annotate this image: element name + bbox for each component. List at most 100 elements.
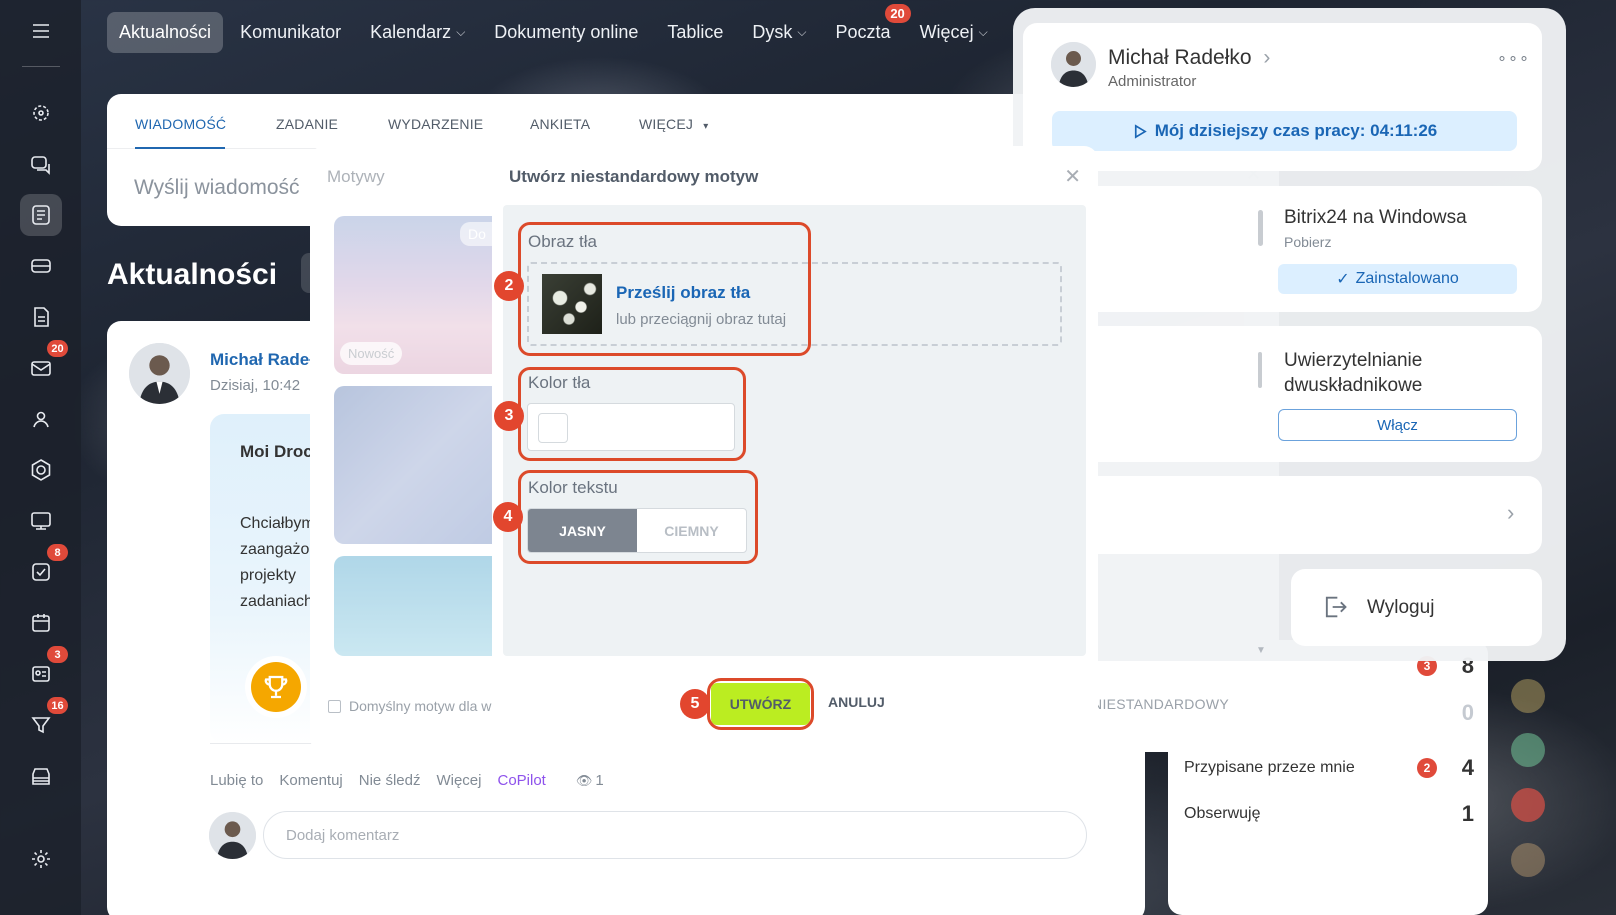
bitrix-desktop-download[interactable]: Pobierz — [1284, 234, 1331, 250]
nav-item-5[interactable]: Dysk ⌵ — [740, 12, 818, 53]
check-float-icon[interactable] — [1511, 733, 1545, 767]
sidebar-item-documents-icon[interactable] — [20, 296, 62, 338]
sidebar-item-funnel-icon[interactable]: 16 — [20, 697, 68, 746]
close-icon[interactable]: ✕ — [1064, 164, 1081, 189]
comment-button[interactable]: Komentuj — [279, 772, 342, 789]
default-theme-checkbox[interactable]: Domyślny motyw dla w — [328, 698, 491, 714]
sidebar-item-calendar-icon[interactable] — [20, 602, 62, 644]
scroll-down-icon[interactable]: ▼ — [1256, 645, 1266, 656]
nav-item-1[interactable]: Komunikator — [228, 12, 353, 53]
funnel-badge: 16 — [47, 697, 68, 714]
sidebar-item-automation-icon[interactable] — [20, 449, 62, 491]
cancel-button[interactable]: ANULUJ — [828, 694, 885, 710]
check-icon: ✓ — [1336, 271, 1350, 288]
nav-item-0[interactable]: Aktualności — [107, 12, 224, 53]
tasks-float-icon[interactable] — [1511, 679, 1545, 713]
avatar[interactable] — [1051, 42, 1096, 87]
chevron-right-icon: › — [1263, 46, 1271, 69]
nav-label: Tablice — [667, 22, 724, 42]
step-marker: 2 — [494, 271, 524, 301]
nav-item-4[interactable]: Tablice — [655, 12, 735, 53]
chevron-down-icon: ⌵ — [456, 25, 466, 39]
tab-task[interactable]: ZADANIE — [276, 116, 338, 132]
post-author[interactable]: Michał Radeł — [210, 350, 314, 370]
step-marker: 5 — [680, 689, 710, 719]
message-input[interactable]: Wyślij wiadomość — [134, 176, 300, 200]
comment-input[interactable]: Dodaj komentarz — [263, 811, 1087, 859]
active-tab-indicator — [135, 147, 225, 149]
tasks-badge: 8 — [47, 544, 68, 561]
nav-label: Dokumenty online — [494, 22, 639, 42]
sidebar-item-groups-icon[interactable]: 3 — [20, 646, 68, 695]
tasks-row[interactable]: Obserwuję 1 — [1184, 801, 1474, 826]
tab-poll[interactable]: ANKIETA — [530, 116, 590, 132]
sidebar-item-mail-icon[interactable]: 20 — [20, 340, 68, 389]
tasks-row-value: 4 — [1461, 755, 1474, 780]
nav-label: Komunikator — [240, 22, 342, 42]
views-counter: 👁 1 — [576, 772, 604, 789]
work-time-button[interactable]: Mój dzisiejszy czas pracy: 04:11:26 — [1052, 111, 1517, 151]
trophy-icon — [245, 656, 307, 718]
left-sidebar: 20 8 3 16 — [0, 0, 81, 915]
nav-label: Aktualności — [119, 22, 212, 42]
tab-event[interactable]: WYDARZENIE — [388, 116, 483, 132]
bitrix-desktop-title: Bitrix24 na Windowsa — [1284, 207, 1467, 228]
nav-item-6[interactable]: Poczta 20 — [824, 4, 911, 53]
more-button[interactable]: Więcej — [436, 772, 481, 789]
step-marker: 3 — [494, 401, 524, 431]
tab-more[interactable]: WIĘCEJ ▾ — [639, 116, 708, 132]
avatar[interactable] — [129, 343, 190, 404]
bitrix-desktop-card: Bitrix24 na Windowsa Pobierz ✓ Zainstalow… — [1023, 186, 1542, 312]
tasks-row[interactable]: Przypisane przeze mnie 2 4 — [1184, 755, 1474, 780]
chevron-down-icon: ⌵ — [797, 25, 807, 39]
two-factor-card: Uwierzytelnianie dwuskładnikowe Włącz — [1023, 326, 1542, 462]
tab-more-label: WIĘCEJ — [639, 116, 694, 132]
sidebar-item-crm-icon[interactable] — [20, 245, 62, 287]
unfollow-button[interactable]: Nie śledź — [359, 772, 421, 789]
nav-label: Dysk — [752, 22, 793, 42]
profile-name[interactable]: Michał Radełko › — [1108, 46, 1270, 70]
tab-message[interactable]: WIADOMOŚĆ — [135, 116, 226, 132]
sidebar-item-chat-icon[interactable] — [20, 143, 62, 185]
video-call-icon[interactable] — [1511, 788, 1545, 822]
nav-item-7[interactable]: Więcej ⌵ — [908, 12, 1000, 53]
eye-icon: 👁 — [575, 772, 593, 788]
installed-button[interactable]: ✓ Zainstalowano — [1278, 264, 1517, 294]
chevron-right-icon: › — [1507, 500, 1515, 525]
sidebar-item-employees-icon[interactable] — [20, 398, 62, 440]
sidebar-item-presentation-icon[interactable] — [20, 500, 62, 542]
like-button[interactable]: Lubię to — [210, 772, 263, 789]
scrollbar[interactable] — [1258, 352, 1262, 388]
scrollbar-thumb[interactable] — [1258, 210, 1263, 246]
step-marker: 4 — [493, 502, 523, 532]
sidebar-item-tasks-icon[interactable]: 8 — [20, 544, 68, 593]
sidebar-item-news-icon[interactable] — [20, 194, 62, 236]
tasks-row-value: 1 — [1461, 801, 1474, 826]
logout-icon — [1325, 596, 1347, 618]
nav-item-2[interactable]: Kalendarz ⌵ — [358, 12, 477, 53]
assistant-avatar-icon[interactable] — [1511, 843, 1545, 877]
installed-label: Zainstalowano — [1355, 270, 1459, 287]
tasks-row-label: Przypisane przeze mnie — [1184, 759, 1355, 776]
custom-theme-button[interactable]: NIESTANDARDOWY — [1092, 696, 1229, 712]
work-time-label: Mój dzisiejszy czas pracy: 04:11:26 — [1154, 121, 1438, 140]
profile-name-label: Michał Radełko — [1108, 46, 1252, 69]
post-actions: Lubię to Komentuj Nie śledź Więcej CoPil… — [210, 772, 604, 789]
post-line: zaangażo — [240, 541, 310, 558]
sidebar-item-copilot-icon[interactable] — [20, 92, 62, 134]
more-options-icon[interactable]: ∘∘∘ — [1497, 48, 1530, 68]
modal-title: Utwórz niestandardowy motyw — [509, 167, 759, 186]
nav-item-3[interactable]: Dokumenty online — [482, 12, 650, 53]
copilot-button[interactable]: CoPilot — [497, 772, 545, 789]
enable-2fa-button[interactable]: Włącz — [1278, 409, 1517, 441]
tasks-row-label: Obserwuję — [1184, 805, 1261, 822]
sidebar-item-store-icon[interactable] — [20, 755, 62, 797]
checkbox-box — [328, 699, 341, 713]
extra-link-card[interactable]: › — [1023, 476, 1542, 554]
logout-button[interactable]: Wyloguj — [1291, 569, 1542, 646]
menu-icon[interactable] — [20, 10, 62, 52]
logout-label: Wyloguj — [1367, 597, 1435, 618]
mail-badge: 20 — [47, 340, 68, 357]
settings-gear-icon[interactable] — [20, 838, 62, 880]
default-theme-checkbox-label: Domyślny motyw dla w — [349, 698, 492, 714]
